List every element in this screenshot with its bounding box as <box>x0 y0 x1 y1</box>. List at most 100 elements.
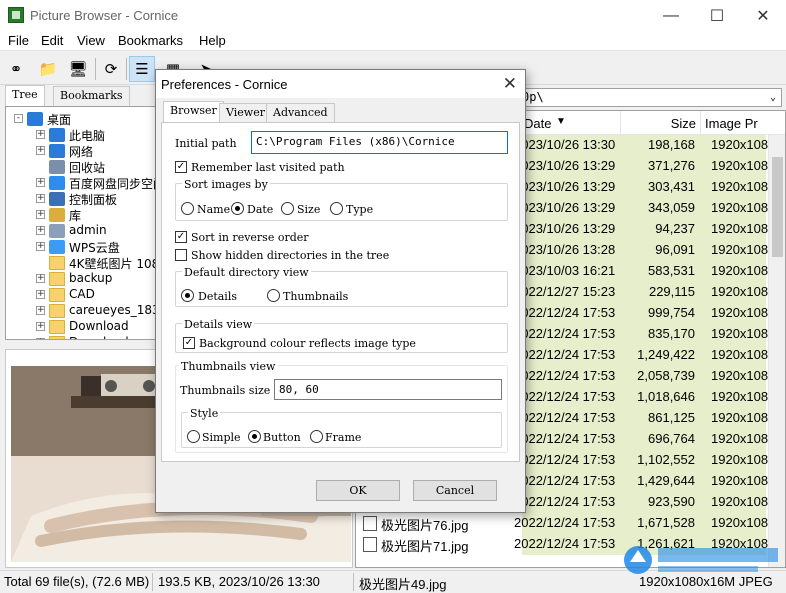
close-window-button[interactable]: ✕ <box>740 0 786 31</box>
tree-item-label: 回收站 <box>69 161 106 175</box>
expand-icon[interactable]: + <box>36 322 45 331</box>
slideshow-icon[interactable]: 🖥 <box>65 56 91 82</box>
expand-icon[interactable]: + <box>36 194 45 203</box>
sort-type-label: Type <box>346 203 374 216</box>
library-icon <box>49 208 65 222</box>
status-selected: 193.5 KB, 2023/10/26 13:30 <box>158 574 320 589</box>
expand-icon[interactable]: + <box>36 290 45 299</box>
ok-button[interactable]: OK <box>316 480 400 501</box>
file-size: 229,115 <box>648 284 695 299</box>
menu-bookmarks[interactable]: Bookmarks <box>118 33 183 48</box>
column-header-size[interactable]: Size <box>621 111 701 135</box>
sort-date-radio[interactable] <box>231 202 244 215</box>
menu-edit[interactable]: Edit <box>41 33 63 48</box>
show-hidden-checkbox[interactable] <box>175 249 187 261</box>
file-resolution: 1920x108 <box>711 515 769 530</box>
expand-icon[interactable]: + <box>36 242 45 251</box>
tab-advanced[interactable]: Advanced <box>266 103 335 122</box>
file-date: 2022/12/24 17:53 <box>514 326 616 341</box>
cloud-sync-icon <box>49 176 65 190</box>
close-icon[interactable]: ✕ <box>503 74 517 94</box>
tree-item-label: 网络 <box>69 145 94 159</box>
tab-bookmarks[interactable]: Bookmarks <box>53 86 130 106</box>
file-resolution: 1920x108 <box>711 179 769 194</box>
tab-viewer[interactable]: Viewer <box>219 103 272 122</box>
default-view-title: Default directory view <box>182 266 311 279</box>
refresh-icon[interactable]: ⟳ <box>98 56 124 82</box>
thumbnails-size-input[interactable]: 80, 60 <box>274 379 502 400</box>
menu-help[interactable]: Help <box>199 33 226 48</box>
sort-reverse-label: Sort in reverse order <box>191 231 309 244</box>
maximize-button[interactable]: ☐ <box>694 0 740 31</box>
browser-settings-panel: Initial path C:\Program Files (x86)\Corn… <box>161 122 520 462</box>
tree-item-label: WPS云盘 <box>69 241 120 255</box>
expand-icon[interactable]: + <box>36 130 45 139</box>
file-resolution: 1920x108 <box>711 305 769 320</box>
up-folder-icon[interactable]: 📁 <box>35 56 61 82</box>
view-details-radio[interactable] <box>181 289 194 302</box>
desktop-icon <box>27 112 43 126</box>
file-resolution: 1920x108 <box>711 242 769 257</box>
sort-name-radio[interactable] <box>181 202 194 215</box>
file-size: 861,125 <box>648 410 695 425</box>
folder-icon <box>49 320 65 334</box>
expand-icon[interactable]: + <box>36 306 45 315</box>
file-date: 2023/10/26 13:29 <box>514 200 616 215</box>
details-view-icon[interactable]: ☰ <box>129 56 155 82</box>
file-size: 1,429,644 <box>637 473 695 488</box>
file-resolution: 1920x108 <box>711 347 769 362</box>
sort-size-radio[interactable] <box>281 202 294 215</box>
file-size: 2,058,739 <box>637 368 695 383</box>
view-thumbnails-radio[interactable] <box>267 289 280 302</box>
expand-icon[interactable]: + <box>36 274 45 283</box>
dialog-title: Preferences - Cornice <box>161 77 288 92</box>
style-button-radio[interactable] <box>248 430 261 443</box>
status-filename: 极光图片49.jpg <box>359 577 447 592</box>
folder-icon <box>49 336 65 339</box>
expand-icon[interactable]: + <box>36 210 45 219</box>
toolbar-separator <box>126 58 127 80</box>
file-resolution: 1920x108 <box>711 431 769 446</box>
column-header-image[interactable]: Image Pr <box>701 111 785 135</box>
minimize-button[interactable]: — <box>648 0 694 31</box>
view-details-label: Details <box>198 290 237 303</box>
file-row[interactable]: 极光图片76.jpg 2022/12/24 17:53 1,671,528 1920x… <box>356 513 769 534</box>
file-size: 923,590 <box>648 494 695 509</box>
expand-icon[interactable]: + <box>36 146 45 155</box>
vertical-scrollbar[interactable] <box>768 135 785 567</box>
menu-file[interactable]: File <box>8 33 29 48</box>
menu-view[interactable]: View <box>77 33 105 48</box>
expand-icon[interactable]: + <box>36 338 45 339</box>
tab-tree[interactable]: Tree <box>5 85 45 107</box>
scrollbar-thumb[interactable] <box>772 157 783 257</box>
remember-path-label: Remember last visited path <box>191 161 345 174</box>
tree-item-label: CAD <box>69 287 95 301</box>
expand-icon[interactable]: + <box>36 226 45 235</box>
cancel-button[interactable]: Cancel <box>413 480 497 501</box>
file-size: 1,249,422 <box>637 347 695 362</box>
file-date: 2022/12/24 17:53 <box>514 515 616 530</box>
tree-item-label: 控制面板 <box>69 193 118 207</box>
control-panel-icon <box>49 192 65 206</box>
file-size: 198,168 <box>648 137 695 152</box>
sort-date-label: Date <box>247 203 274 216</box>
tab-browser[interactable]: Browser <box>163 101 224 123</box>
initial-path-input[interactable]: C:\Program Files (x86)\Cornice <box>251 131 508 154</box>
style-button-label: Button <box>263 431 301 444</box>
tree-item-label: Download <box>69 319 129 333</box>
style-frame-radio[interactable] <box>310 430 323 443</box>
file-date: 2022/12/24 17:53 <box>514 305 616 320</box>
collapse-icon[interactable]: - <box>14 114 23 123</box>
bg-colour-checkbox[interactable]: ✓ <box>183 337 195 349</box>
expand-icon[interactable]: + <box>36 178 45 187</box>
sort-reverse-checkbox[interactable]: ✓ <box>175 231 187 243</box>
file-resolution: 1920x108 <box>711 158 769 173</box>
file-resolution: 1920x108 <box>711 284 769 299</box>
chevron-down-icon[interactable]: ⌄ <box>765 89 781 106</box>
path-combobox[interactable]: 0p\ ⌄ <box>517 88 782 107</box>
sort-type-radio[interactable] <box>330 202 343 215</box>
remember-path-checkbox[interactable]: ✓ <box>175 161 187 173</box>
view-image-icon[interactable]: ⚭ <box>3 56 29 82</box>
style-frame-label: Frame <box>325 431 362 444</box>
style-simple-radio[interactable] <box>187 430 200 443</box>
